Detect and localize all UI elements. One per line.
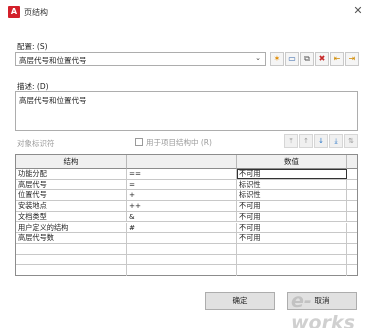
structure-cell: 安装地点 <box>16 201 127 211</box>
structure-cell: 用户定义的结构 <box>16 222 127 233</box>
move-top-button[interactable]: ⤒ <box>284 134 298 148</box>
table-row <box>16 243 357 255</box>
window-title: 页结构 <box>24 8 48 17</box>
column-header-filler <box>347 155 357 169</box>
table-row[interactable]: 文档类型 & 不可用 <box>16 211 357 223</box>
prefix-cell <box>127 254 237 265</box>
description-value: 高层代号和位置代号 <box>19 96 87 105</box>
filler-cell <box>347 255 357 265</box>
star-icon: ✶ <box>273 54 281 63</box>
column-header-prefix[interactable] <box>127 155 237 169</box>
config-label: 配置: (S) <box>17 42 48 51</box>
prefix-cell: == <box>127 169 237 179</box>
use-in-project-structure-checkbox[interactable] <box>135 138 143 146</box>
sort-icon: ⇅ <box>348 137 354 145</box>
table-row <box>16 265 357 276</box>
ok-button[interactable]: 确定 <box>205 292 275 310</box>
copy-icon: ⧉ <box>304 54 310 63</box>
table-row[interactable]: 高层代号 = 标识性 <box>16 179 357 191</box>
move-bottom-icon: ⤓ <box>334 137 338 145</box>
table-row[interactable]: 安装地点 ++ 不可用 <box>16 201 357 212</box>
column-header-value[interactable]: 数值 <box>237 155 347 169</box>
prefix-cell: + <box>127 190 237 201</box>
filler-cell <box>347 212 357 222</box>
table-row[interactable]: 位置代号 + 标识性 <box>16 190 357 202</box>
structure-table[interactable]: 结构 数值 功能分配 == 不可用 高层代号 = 标识性 位置代号 + 标识性 … <box>15 154 358 276</box>
value-cell <box>237 243 347 254</box>
column-header-structure[interactable]: 结构 <box>16 155 127 169</box>
prefix-cell <box>127 233 237 243</box>
filler-cell <box>347 233 357 243</box>
value-cell <box>237 254 347 265</box>
object-identifier-label: 对象标识符 <box>17 139 55 148</box>
arrow-down-icon: ↓ <box>318 137 324 145</box>
copy-config-button[interactable]: ⧉ <box>300 52 314 66</box>
prefix-cell: = <box>127 179 237 190</box>
delete-config-button[interactable]: ✖ <box>315 52 329 66</box>
arrow-up-icon: ↑ <box>303 137 309 145</box>
close-icon[interactable]: ✕ <box>352 5 364 17</box>
prefix-cell <box>127 243 237 254</box>
app-logo-icon: A <box>8 6 20 18</box>
move-down-button[interactable]: ↓ <box>314 134 328 148</box>
structure-cell: 高层代号 <box>16 179 127 190</box>
import-config-button[interactable]: ⇤ <box>330 52 344 66</box>
save-icon: ▭ <box>288 54 296 63</box>
move-bottom-button[interactable]: ⤓ <box>329 134 343 148</box>
prefix-cell: & <box>127 211 237 222</box>
value-cell[interactable]: 不可用 <box>237 201 347 211</box>
import-icon: ⇤ <box>333 54 341 63</box>
export-config-button[interactable]: ⇥ <box>345 52 359 66</box>
table-row[interactable]: 用户定义的结构 # 不可用 <box>16 222 357 234</box>
description-field[interactable]: 高层代号和位置代号 <box>15 91 358 131</box>
filler-cell <box>347 223 357 233</box>
save-config-button[interactable]: ▭ <box>285 52 299 66</box>
filler-cell <box>347 201 357 211</box>
structure-cell: 功能分配 <box>16 169 127 179</box>
filler-cell <box>347 169 357 179</box>
config-select[interactable]: 高层代号和位置代号 ⌄ <box>15 52 266 66</box>
value-cell <box>237 265 347 276</box>
structure-cell: 位置代号 <box>16 190 127 201</box>
table-row <box>16 254 357 266</box>
structure-cell <box>16 265 127 276</box>
prefix-cell <box>127 265 237 276</box>
structure-cell <box>16 243 127 254</box>
filler-cell <box>347 180 357 190</box>
value-cell[interactable]: 标识性 <box>237 190 347 201</box>
value-cell[interactable]: 不可用 <box>237 222 347 233</box>
e-works-watermark: e-works <box>291 290 355 328</box>
structure-cell <box>16 254 127 265</box>
title-bar: A 页结构 ✕ <box>0 0 374 24</box>
sort-button[interactable]: ⇅ <box>344 134 358 148</box>
value-cell[interactable]: 不可用 <box>237 169 347 179</box>
use-in-project-structure-label: 用于项目结构中 (R) <box>146 138 212 147</box>
prefix-cell: # <box>127 222 237 233</box>
prefix-cell: ++ <box>127 201 237 211</box>
chevron-down-icon[interactable]: ⌄ <box>255 54 261 62</box>
table-row[interactable]: 功能分配 == 不可用 <box>16 169 357 180</box>
move-top-icon: ⤒ <box>289 137 293 145</box>
filler-cell <box>347 190 357 200</box>
new-config-button[interactable]: ✶ <box>270 52 284 66</box>
value-cell[interactable]: 不可用 <box>237 233 347 243</box>
filler-cell <box>347 265 357 276</box>
structure-cell: 文档类型 <box>16 211 127 222</box>
move-up-button[interactable]: ↑ <box>299 134 313 148</box>
value-cell[interactable]: 不可用 <box>237 211 347 222</box>
export-icon: ⇥ <box>348 54 356 63</box>
config-select-value: 高层代号和位置代号 <box>19 56 87 65</box>
table-row[interactable]: 高层代号数 不可用 <box>16 233 357 244</box>
delete-icon: ✖ <box>318 54 326 63</box>
value-cell[interactable]: 标识性 <box>237 179 347 190</box>
filler-cell <box>347 244 357 254</box>
structure-cell: 高层代号数 <box>16 233 127 243</box>
